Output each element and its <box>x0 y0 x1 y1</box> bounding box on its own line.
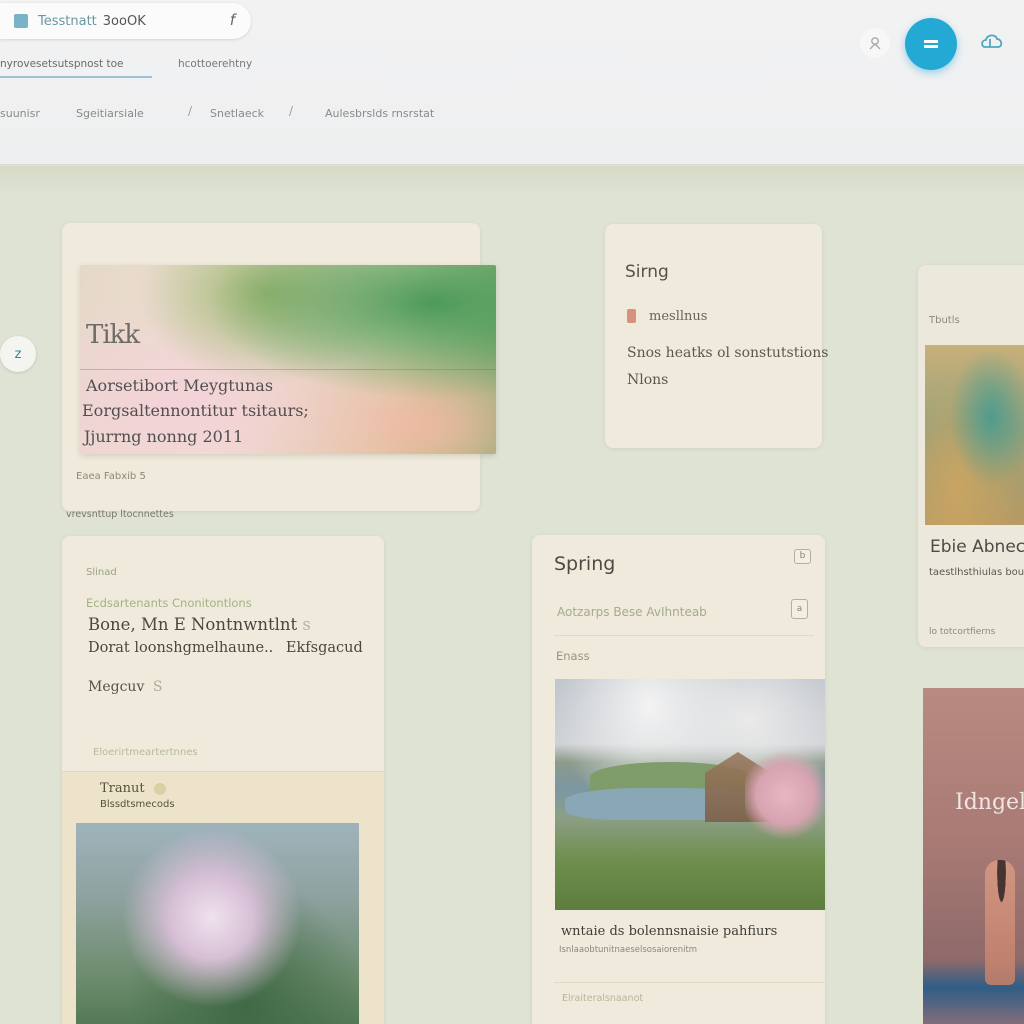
featured-line-1: Aorsetibort Meygtunas <box>86 376 274 395</box>
header-shadow-band <box>0 166 1024 196</box>
card-d-title-line-1: Bone, Mn E Nontnwntlnt s <box>88 615 311 634</box>
tab-secondary[interactable]: hcottoerehtny <box>178 58 252 70</box>
menu-button[interactable] <box>905 18 957 70</box>
card-e-caption: wntaie ds bolennsnaisie pahfiurs <box>561 924 778 939</box>
card-sirng[interactable] <box>605 224 822 448</box>
app-logo-icon <box>14 14 28 28</box>
search-caret: f <box>229 11 235 29</box>
card-f-figure <box>985 860 1015 985</box>
user-icon <box>869 37 881 50</box>
featured-line-3: Jjurrng nonng 2011 <box>84 427 244 446</box>
card-b-line-2: Nlons <box>627 372 669 388</box>
card-f-title: Idngel <box>955 790 1024 815</box>
status-dot-icon <box>154 783 166 795</box>
card-d-lower-title: Tranut <box>100 781 145 796</box>
top-bar: Tesstnatt 3ooOK f nyrovesetsutspnost toe… <box>0 0 1024 165</box>
card-b-label: mesllnus <box>649 309 708 324</box>
app-title-tail: 3ooOK <box>102 13 146 29</box>
card-e-caption-sub: Isnlaaobtunitnaeselsosaiorenitm <box>559 945 698 955</box>
more-icon[interactable]: a <box>791 599 808 619</box>
profile-button[interactable] <box>860 28 890 58</box>
app-title: Tesstnatt <box>38 13 97 29</box>
card-e-title: Spring <box>554 553 616 575</box>
featured-title: Tikk <box>86 320 140 350</box>
card-e-divider <box>554 635 814 636</box>
card-c-subtitle: taestlhsthiulas bouos <box>929 567 1024 578</box>
bookmark-icon[interactable]: b <box>794 549 811 564</box>
card-d-image <box>76 823 359 1024</box>
card-c-footer: lo totcortfierns <box>929 627 996 637</box>
card-d-label: Slinad <box>86 567 117 578</box>
card-b-line-1: Snos heatks ol sonstutstions <box>627 345 829 361</box>
card-d-footer: Eloerirtmeartertnnes <box>93 747 198 758</box>
card-e-footer: Elraiteralsnaanot <box>562 993 644 1004</box>
tab-primary[interactable]: nyrovesetsutspnost toe <box>0 58 152 78</box>
card-e-divider-2 <box>554 982 825 983</box>
featured-meta: Eaea Fabxib 5 <box>76 471 146 482</box>
edit-icon: / <box>289 104 294 118</box>
nav-link-1[interactable]: suunisr <box>0 107 40 120</box>
featured-footer: vrevsnttup ltocnnettes <box>66 509 174 520</box>
menu-icon <box>924 40 938 48</box>
pin-icon <box>627 309 636 323</box>
featured-line-2: Eorgsaltennontitur tsitaurs; <box>82 401 309 420</box>
card-d-subtitle: Ecdsartenants Cnonitontlons <box>86 596 252 610</box>
card-b-title: Sirng <box>625 262 669 282</box>
side-nav-button[interactable]: z <box>0 336 36 372</box>
card-e-label: Enass <box>556 649 590 663</box>
cloud-button[interactable] <box>978 28 1006 54</box>
card-c-label: Tbutls <box>929 315 960 326</box>
side-nav-label: z <box>14 346 22 362</box>
featured-hero-image <box>80 265 496 454</box>
card-d-title-line-2: Dorat loonshgmelhaune.. Ekfsgacud <box>88 640 363 656</box>
card-e-blossom <box>745 745 825 845</box>
card-d-lower-subtitle: Blssdtsmecods <box>100 799 175 810</box>
nav-link-2[interactable]: Sgeitiarsiale <box>76 107 144 120</box>
cloud-icon <box>981 34 1003 48</box>
hero-divider <box>80 369 496 370</box>
card-e-subtitle: Aotzarps Bese AvIhnteab <box>557 605 707 619</box>
card-d-tag: Megcuv S <box>88 679 163 695</box>
card-c-title: Ebie Abnech <box>930 537 1024 557</box>
search-input[interactable]: Tesstnatt 3ooOK f <box>0 3 251 39</box>
nav-link-4[interactable]: Aulesbrslds rnsrstat <box>325 107 434 120</box>
edit-icon: / <box>188 104 193 118</box>
nav-link-3[interactable]: Snetlaeck <box>210 107 264 120</box>
card-c-image <box>925 345 1024 525</box>
